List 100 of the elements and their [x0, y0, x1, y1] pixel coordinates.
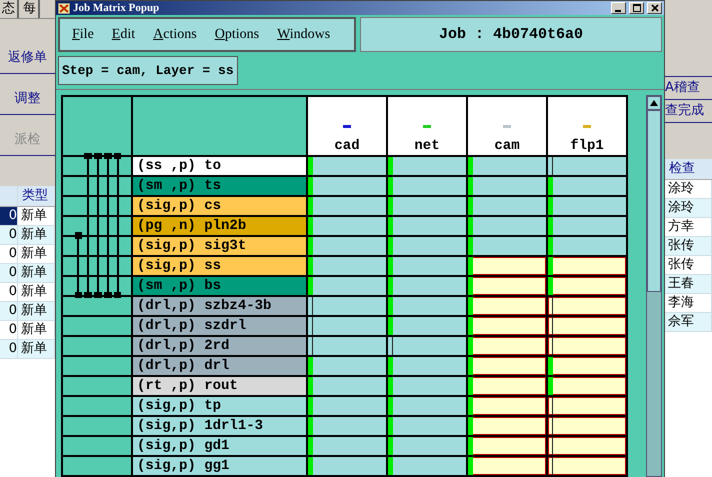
matrix-cell[interactable]: [468, 377, 546, 395]
step-header[interactable]: cam: [468, 97, 546, 155]
step-header[interactable]: net: [388, 97, 466, 155]
matrix-cell[interactable]: [388, 397, 466, 415]
matrix-cell[interactable]: [308, 297, 386, 315]
matrix-cell[interactable]: [468, 457, 546, 475]
matrix-cell[interactable]: [308, 157, 386, 175]
table-cell[interactable]: 0: [0, 264, 18, 282]
step-header[interactable]: flp1: [548, 97, 626, 155]
layer-name[interactable]: (sig,p) gg1: [133, 457, 306, 475]
matrix-cell[interactable]: [548, 157, 626, 175]
menu-item[interactable]: Actions: [153, 26, 197, 42]
matrix-cell[interactable]: [388, 237, 466, 255]
matrix-cell[interactable]: [468, 417, 546, 435]
table-cell[interactable]: 0: [0, 226, 18, 244]
matrix-cell[interactable]: [308, 437, 386, 455]
matrix-cell[interactable]: [308, 357, 386, 375]
matrix-cell[interactable]: [548, 397, 626, 415]
matrix-cell[interactable]: [388, 357, 466, 375]
matrix-cell[interactable]: [548, 337, 626, 355]
matrix-cell[interactable]: [548, 257, 626, 275]
layer-name[interactable]: (drl,p) drl: [133, 357, 306, 375]
matrix-cell[interactable]: [548, 417, 626, 435]
matrix-cell[interactable]: [468, 177, 546, 195]
matrix-cell[interactable]: [468, 277, 546, 295]
matrix-cell[interactable]: [548, 237, 626, 255]
matrix-cell[interactable]: [308, 257, 386, 275]
table-cell[interactable]: 0: [0, 302, 18, 320]
matrix-cell[interactable]: [468, 157, 546, 175]
matrix-cell[interactable]: [548, 457, 626, 475]
matrix-cell[interactable]: [388, 317, 466, 335]
matrix-cell[interactable]: [468, 257, 546, 275]
matrix-cell[interactable]: [388, 197, 466, 215]
layer-name[interactable]: (sm ,p) bs: [133, 277, 306, 295]
menu-item[interactable]: Windows: [277, 26, 330, 42]
table-cell[interactable]: 0: [0, 207, 18, 225]
layer-name[interactable]: (drl,p) 2rd: [133, 337, 306, 355]
close-button[interactable]: [647, 2, 662, 14]
menu-item[interactable]: Options: [214, 26, 260, 42]
matrix-cell[interactable]: [308, 457, 386, 475]
layer-name[interactable]: (sig,p) sig3t: [133, 237, 306, 255]
matrix-cell[interactable]: [548, 297, 626, 315]
table-cell[interactable]: 0: [0, 245, 18, 263]
matrix-cell[interactable]: [308, 317, 386, 335]
layer-name[interactable]: (rt ,p) rout: [133, 377, 306, 395]
tab[interactable]: 每: [21, 0, 40, 18]
scrollbar[interactable]: [646, 95, 662, 477]
scroll-up-button[interactable]: [647, 96, 661, 110]
table-cell[interactable]: 0: [0, 321, 18, 339]
matrix-cell[interactable]: [548, 357, 626, 375]
layer-name[interactable]: (sig,p) gd1: [133, 437, 306, 455]
tab[interactable]: 态: [0, 0, 19, 18]
matrix-cell[interactable]: [388, 297, 466, 315]
scrollbar-thumb[interactable]: [647, 110, 661, 292]
layer-name[interactable]: (sig,p) 1drl1-3: [133, 417, 306, 435]
layer-name[interactable]: (pg ,n) pln2b: [133, 217, 306, 235]
matrix-cell[interactable]: [468, 437, 546, 455]
matrix-cell[interactable]: [388, 157, 466, 175]
matrix-cell[interactable]: [308, 277, 386, 295]
layer-name[interactable]: (sig,p) tp: [133, 397, 306, 415]
table-cell[interactable]: 0: [0, 340, 18, 358]
layer-name[interactable]: (drl,p) szdrl: [133, 317, 306, 335]
matrix-cell[interactable]: [388, 417, 466, 435]
matrix-cell[interactable]: [308, 217, 386, 235]
matrix-cell[interactable]: [468, 357, 546, 375]
matrix-cell[interactable]: [308, 197, 386, 215]
layer-name[interactable]: (sig,p) cs: [133, 197, 306, 215]
matrix-cell[interactable]: [308, 417, 386, 435]
matrix-cell[interactable]: [308, 397, 386, 415]
layer-name[interactable]: (sig,p) ss: [133, 257, 306, 275]
maximize-button[interactable]: [629, 2, 644, 14]
matrix-cell[interactable]: [548, 177, 626, 195]
matrix-cell[interactable]: [388, 277, 466, 295]
matrix-cell[interactable]: [388, 337, 466, 355]
matrix-cell[interactable]: [308, 377, 386, 395]
matrix-cell[interactable]: [388, 257, 466, 275]
matrix-cell[interactable]: [468, 317, 546, 335]
matrix-cell[interactable]: [468, 337, 546, 355]
matrix-cell[interactable]: [308, 337, 386, 355]
matrix-cell[interactable]: [388, 177, 466, 195]
layer-name[interactable]: (sm ,p) ts: [133, 177, 306, 195]
matrix-cell[interactable]: [388, 217, 466, 235]
matrix-cell[interactable]: [388, 377, 466, 395]
matrix-cell[interactable]: [468, 297, 546, 315]
layer-name[interactable]: (ss ,p) to: [133, 157, 306, 175]
menu-item[interactable]: Edit: [112, 26, 136, 42]
minimize-button[interactable]: [611, 2, 626, 14]
matrix-cell[interactable]: [548, 217, 626, 235]
matrix-cell[interactable]: [308, 177, 386, 195]
matrix-cell[interactable]: [468, 217, 546, 235]
menu-item[interactable]: File: [72, 26, 94, 42]
matrix-cell[interactable]: [548, 437, 626, 455]
table-cell[interactable]: 0: [0, 283, 18, 301]
matrix-cell[interactable]: [388, 437, 466, 455]
matrix-cell[interactable]: [548, 277, 626, 295]
matrix-cell[interactable]: [388, 457, 466, 475]
step-header[interactable]: cad: [308, 97, 386, 155]
matrix-cell[interactable]: [468, 397, 546, 415]
matrix-cell[interactable]: [468, 237, 546, 255]
matrix-cell[interactable]: [548, 377, 626, 395]
